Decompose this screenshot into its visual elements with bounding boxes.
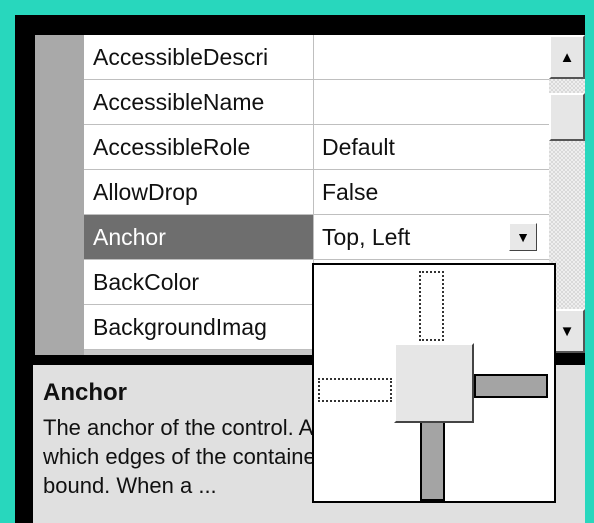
- anchor-value-text: Top, Left: [322, 224, 411, 250]
- property-name: BackgroundImag: [84, 305, 314, 349]
- scroll-up-button[interactable]: ▲: [549, 35, 585, 79]
- chevron-down-icon: ▼: [516, 229, 530, 245]
- anchor-bottom-toggle[interactable]: [420, 421, 445, 501]
- property-value[interactable]: Top, Left ▼: [314, 215, 549, 259]
- anchor-top-toggle[interactable]: [419, 271, 444, 341]
- grid-margin: [35, 35, 84, 355]
- property-value[interactable]: False: [314, 170, 549, 214]
- arrow-up-icon: ▲: [559, 48, 575, 66]
- arrow-down-icon: ▼: [559, 322, 575, 340]
- anchor-left-toggle[interactable]: [318, 378, 392, 402]
- property-name: Anchor: [84, 215, 314, 259]
- anchor-control-preview: [394, 343, 474, 423]
- scrollbar-thumb[interactable]: [549, 93, 585, 141]
- anchor-right-toggle[interactable]: [474, 374, 548, 398]
- property-name: AllowDrop: [84, 170, 314, 214]
- property-name: BackColor: [84, 260, 314, 304]
- property-value[interactable]: [314, 35, 549, 79]
- anchor-editor-popup: [312, 263, 556, 503]
- property-name: AccessibleName: [84, 80, 314, 124]
- property-row-accessible-description[interactable]: AccessibleDescri: [84, 35, 549, 80]
- property-name: AccessibleRole: [84, 125, 314, 169]
- property-row-anchor[interactable]: Anchor Top, Left ▼: [84, 215, 549, 260]
- property-row-accessible-name[interactable]: AccessibleName: [84, 80, 549, 125]
- property-grid-window: AccessibleDescri AccessibleName Accessib…: [15, 15, 585, 523]
- property-row-allow-drop[interactable]: AllowDrop False: [84, 170, 549, 215]
- property-name: AccessibleDescri: [84, 35, 314, 79]
- property-row-accessible-role[interactable]: AccessibleRole Default: [84, 125, 549, 170]
- property-value[interactable]: [314, 80, 549, 124]
- property-value[interactable]: Default: [314, 125, 549, 169]
- anchor-dropdown-button[interactable]: ▼: [509, 223, 537, 251]
